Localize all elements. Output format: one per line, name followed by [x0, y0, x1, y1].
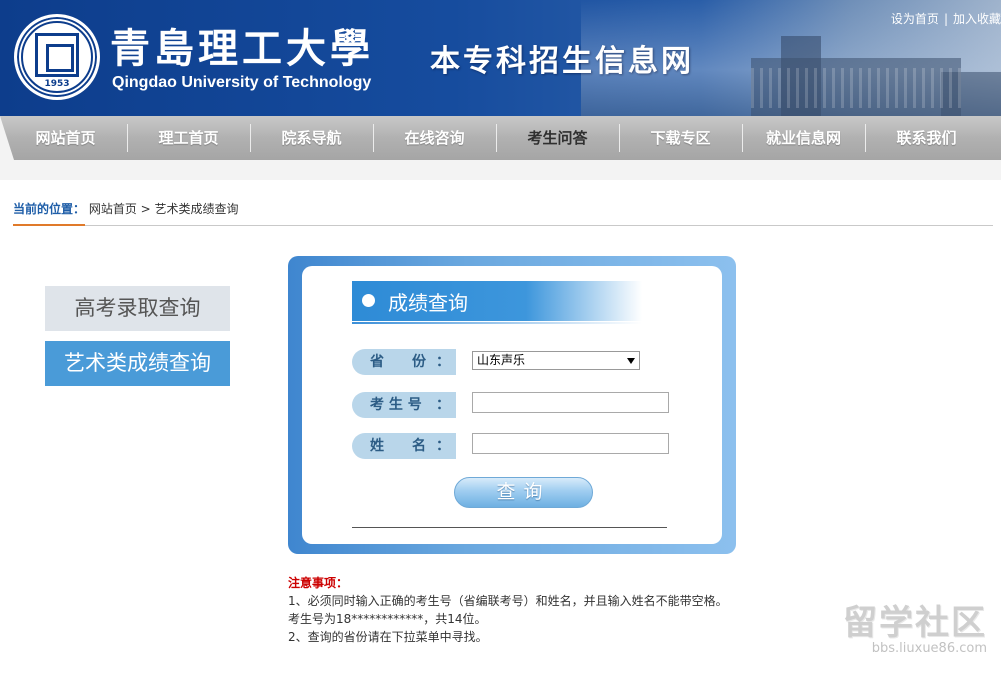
university-logo-icon[interactable]: 1953: [14, 14, 100, 100]
nav-item-employment[interactable]: 就业信息网: [742, 116, 865, 160]
query-submit-button[interactable]: 查询: [454, 477, 593, 508]
watermark: 留学社区 bbs.liuxue86.com: [843, 604, 987, 656]
breadcrumb-separator: >: [136, 202, 155, 216]
exam-number-label: 考 生 号 ：: [352, 392, 456, 418]
name-label: 姓 名 ：: [352, 433, 456, 459]
nav-item-online-consult[interactable]: 在线咨询: [373, 116, 496, 160]
name-label-text: 姓 名: [370, 438, 426, 454]
breadcrumb-home-link[interactable]: 网站首页: [89, 202, 137, 216]
query-panel-divider: [352, 527, 667, 528]
school-name-en: Qingdao University of Technology: [112, 74, 372, 91]
top-links: 设为首页 | 加入收藏: [891, 10, 1001, 27]
breadcrumb-here-label: 当前的位置：: [13, 200, 86, 226]
notes-line-2: 考生号为18************，共14位。: [288, 612, 487, 626]
side-menu-art-score-query[interactable]: 艺术类成绩查询: [45, 341, 230, 386]
notes-title: 注意事项：: [288, 576, 349, 590]
query-panel: 成绩查询 省 份 ： 山东声乐 考 生 号 ： 姓 名 ： 查询: [288, 256, 736, 554]
add-favorite-link[interactable]: 加入收藏: [953, 12, 1001, 26]
chevron-down-icon[interactable]: [627, 358, 635, 364]
province-label-colon: ：: [436, 354, 450, 370]
query-panel-header: 成绩查询: [352, 281, 642, 324]
watermark-brand: 留学社区: [843, 603, 987, 643]
province-select-value: 山东声乐: [477, 353, 526, 367]
name-input[interactable]: [472, 433, 669, 454]
notes-line-3: 2、查询的省份请在下拉菜单中寻找。: [288, 630, 488, 644]
name-label-colon: ：: [436, 438, 450, 454]
school-name-cn: 青島理工大學: [110, 25, 374, 72]
nav-item-contact[interactable]: 联系我们: [865, 116, 988, 160]
logo-year: 1953: [44, 79, 70, 89]
nav-item-downloads[interactable]: 下载专区: [619, 116, 742, 160]
nav-item-home[interactable]: 网站首页: [4, 116, 127, 160]
nav-item-faq[interactable]: 考生问答: [496, 116, 619, 160]
exam-number-label-text: 考 生 号: [370, 397, 422, 413]
exam-number-label-colon: ：: [436, 397, 450, 413]
exam-number-row: 考 生 号 ：: [352, 392, 672, 418]
set-home-link[interactable]: 设为首页: [891, 12, 939, 26]
main-nav-wrapper: 网站首页 理工首页 院系导航 在线咨询 考生问答 下载专区 就业信息网 联系我们: [0, 116, 1001, 180]
header-building-windows: [751, 68, 961, 108]
bullet-dot-icon: [362, 294, 375, 307]
breadcrumb-current: 艺术类成绩查询: [154, 202, 239, 216]
logo-seal-mark: [35, 33, 79, 77]
breadcrumb: 当前的位置： 网站首页 > 艺术类成绩查询: [13, 200, 993, 226]
top-links-separator: |: [943, 12, 948, 26]
site-title: 本专科招生信息网: [430, 44, 694, 79]
site-header: 1953 青島理工大學 Qingdao University of Techno…: [0, 0, 1001, 116]
nav-item-departments[interactable]: 院系导航: [250, 116, 373, 160]
query-panel-title: 成绩查询: [388, 291, 468, 315]
province-label-text: 省 份: [370, 354, 426, 370]
name-row: 姓 名 ：: [352, 433, 672, 459]
province-label: 省 份 ：: [352, 349, 456, 375]
exam-number-input[interactable]: [472, 392, 669, 413]
notes-line-1: 1、必须同时输入正确的考生号（省编联考号）和姓名，并且输入姓名不能带空格。: [288, 594, 728, 608]
nav-item-qut-home[interactable]: 理工首页: [127, 116, 250, 160]
side-menu-admission-query[interactable]: 高考录取查询: [45, 286, 230, 331]
notes-section: 注意事项： 1、必须同时输入正确的考生号（省编联考号）和姓名，并且输入姓名不能带…: [288, 574, 808, 646]
province-select[interactable]: 山东声乐: [472, 351, 640, 370]
query-panel-body: 成绩查询 省 份 ： 山东声乐 考 生 号 ： 姓 名 ： 查询: [302, 266, 722, 544]
main-nav: 网站首页 理工首页 院系导航 在线咨询 考生问答 下载专区 就业信息网 联系我们: [0, 116, 1001, 160]
province-row: 省 份 ： 山东声乐: [352, 349, 672, 375]
watermark-url: bbs.liuxue86.com: [871, 641, 987, 656]
